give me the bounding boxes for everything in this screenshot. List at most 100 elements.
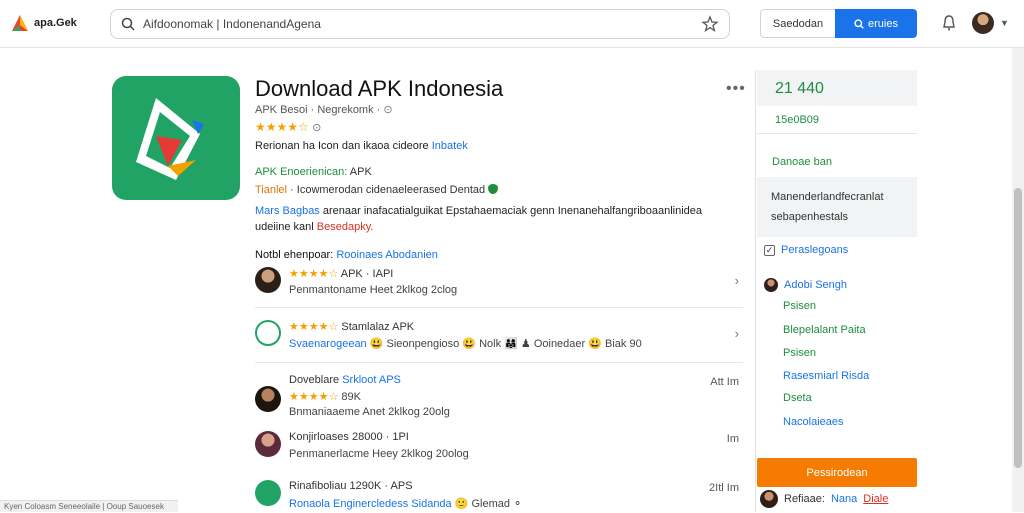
review-stars: ★★★★☆ [289, 391, 339, 403]
stat-card: 21 440 15e0B09 [757, 70, 917, 134]
search-input[interactable] [143, 17, 701, 31]
more-options-icon[interactable]: ••• [726, 80, 746, 98]
avatar [255, 431, 281, 457]
shield-icon [488, 184, 499, 194]
footer-red-link[interactable]: Diale [863, 493, 888, 505]
review-meta: Stamlalaz APK [338, 321, 415, 333]
stat-value: 21 440 [775, 80, 824, 97]
avatar [760, 490, 778, 508]
reviews-heading-link[interactable]: Rooinaes Abodanien [336, 249, 438, 261]
sidebar-link[interactable]: Psisen [783, 347, 816, 359]
desc-link[interactable]: Inbatek [432, 140, 468, 152]
search-bar[interactable] [110, 9, 730, 39]
rating-stars: ★★★★☆ [255, 120, 309, 134]
divider [255, 307, 743, 308]
avatar [255, 386, 281, 412]
sidebar-link[interactable]: Dseta [783, 392, 812, 404]
review-title: Doveblare Srkloot APS [289, 374, 401, 386]
sidebar-divider [755, 70, 756, 512]
list-item[interactable]: Rinafiboliau 1290K · APS Ronaola Enginer… [255, 480, 743, 512]
review-link[interactable]: Svaenarogeean [289, 338, 367, 350]
review-line1: ★★★★☆ APK · IAPI [289, 267, 393, 280]
scrollbar-thumb[interactable] [1014, 188, 1022, 468]
primary-button-label: eruies [868, 17, 898, 30]
reviews-heading-label: Notbl ehenpoar: [255, 249, 337, 261]
long-desc-link[interactable]: Mars Bagbas [255, 205, 320, 217]
chevron-right-icon[interactable]: › [735, 326, 739, 341]
review-line2: Penmantoname Heet 2klkog 2clog [289, 284, 458, 296]
list-item[interactable]: Doveblare Srkloot APS ★★★★☆ 89K Bnmaniaa… [255, 374, 743, 418]
info-icon: ⊙ [383, 104, 393, 116]
review-stars: ★★★★☆ [289, 321, 339, 333]
long-desc-red[interactable]: Besedapky. [317, 221, 374, 233]
list-item[interactable]: ★★★★☆ APK · IAPI Penmantoname Heet 2klko… [255, 267, 743, 301]
secondary-header-button[interactable]: Saedodan [760, 9, 836, 38]
sidebar-label: Danoae ban [772, 156, 832, 168]
review-time: Att Im [710, 376, 739, 388]
info-line: sebapenhestals [771, 211, 849, 223]
footer-link[interactable]: Nana [831, 493, 857, 505]
logo-text: apa.Gek [34, 17, 77, 29]
scrollbar[interactable] [1012, 48, 1024, 512]
app-rating: ★★★★☆ ⊙ [255, 120, 321, 134]
green-tag-value: APK [347, 166, 372, 178]
checkbox-icon[interactable]: ✓ [764, 244, 775, 256]
list-item[interactable]: Konjirloases 28000 · 1PI Penmanerlacme H… [255, 431, 743, 465]
orange-tag: Tianlel · Icowmerodan cidenaeleerased De… [255, 184, 499, 196]
review-title: Rinafiboliau 1290K · APS [289, 480, 413, 492]
sidebar-link[interactable]: Psisen [783, 300, 816, 312]
review-title-link[interactable]: Srkloot APS [339, 374, 401, 386]
sidebar-link[interactable]: Rasesmiarl Risda [783, 370, 869, 382]
bookmark-star-icon[interactable] [701, 15, 719, 33]
review-title-text: Doveblare [289, 374, 340, 386]
review-time: 2Itl Im [709, 482, 739, 494]
app-logo-icon [255, 480, 281, 506]
notification-bell-icon[interactable] [940, 14, 958, 32]
app-logo-icon [255, 320, 281, 346]
green-tag-label: APK Enoerienican: [255, 166, 348, 178]
app-icon [112, 76, 240, 200]
avatar [255, 267, 281, 293]
chevron-down-icon[interactable]: ▼ [1000, 18, 1009, 28]
developer-line: APK Besoi · Negrekomk · ⊙ [255, 103, 393, 116]
review-line1: ★★★★☆ Stamlalaz APK [289, 320, 414, 333]
review-time: Im [726, 433, 739, 445]
review-meta: 1290K · APS [346, 480, 413, 492]
logo-mark-icon [12, 15, 28, 31]
sidebar-info-box: Manenderlandfecranlat sebapenhestals [757, 177, 917, 237]
info-icon[interactable]: ⊙ [312, 122, 321, 134]
review-line2: Svaenarogeean 😃 Sieonpengioso 😃 Nolk 👨‍👩… [289, 337, 642, 350]
user-avatar[interactable] [972, 12, 994, 34]
review-link[interactable]: Ronaola Enginercledess Sidanda [289, 498, 452, 510]
review-title: Konjirloases 28000 · 1PI [289, 431, 409, 443]
sidebar-link[interactable]: Nacolaieaes [783, 416, 844, 428]
orange-tag-label: Tianlel [255, 184, 287, 196]
chevron-right-icon[interactable]: › [735, 273, 739, 288]
sidebar-checkbox[interactable]: ✓ Peraslegoans [764, 244, 848, 256]
primary-search-button[interactable]: eruies [835, 9, 917, 38]
person-name: Adobi Sengh [784, 279, 847, 291]
sidebar-action-button[interactable]: Pessirodean [757, 458, 917, 487]
sidebar-footer: Refiaae: Nana Diale [760, 490, 888, 508]
search-icon [854, 18, 864, 29]
review-title-text: Konjirloases [289, 431, 349, 443]
review-meta: 28000 · 1PI [348, 431, 409, 443]
review-meta: 89K [338, 391, 361, 403]
top-bar: apa.Gek Saedodan eruies ▼ [0, 0, 1024, 48]
sidebar-person[interactable]: Adobi Sengh [764, 278, 847, 292]
divider [255, 362, 743, 363]
orange-tag-value: · Icowmerodan cidenaeleerased Dentad [287, 184, 486, 196]
logo[interactable]: apa.Gek [10, 13, 77, 33]
review-meta: APK · IAPI [338, 268, 394, 280]
review-text: 🙂 Glemad ⚬ [451, 498, 523, 510]
review-stars: ★★★★☆ [289, 268, 339, 280]
status-bar: Kyen Coloasm Seneeolaile | Ooup Sauoesek [0, 500, 178, 512]
review-line2: Ronaola Enginercledess Sidanda 🙂 Glemad … [289, 497, 522, 510]
developer-name: APK Besoi · Negrekomk · [255, 104, 381, 116]
list-item[interactable]: ★★★★☆ Stamlalaz APK Svaenarogeean 😃 Sieo… [255, 320, 743, 354]
search-icon [121, 17, 135, 31]
green-tag: APK Enoerienican: APK [255, 166, 372, 178]
page-title: Download APK Indonesia [255, 76, 504, 101]
app-logo-icon [136, 98, 204, 180]
sidebar-link[interactable]: Blepelalant Paita [783, 324, 866, 336]
